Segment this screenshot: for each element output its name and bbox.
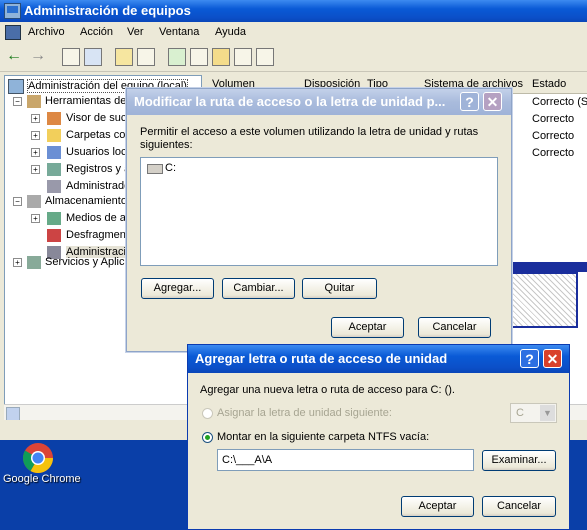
add-button[interactable]: Agregar... <box>141 278 214 299</box>
back-arrow-icon[interactable]: ← <box>6 48 24 66</box>
modify-drive-letter-dialog: Modificar la ruta de acceso o la letra d… <box>126 88 512 352</box>
mount-folder-label: Montar en la siguiente carpeta NTFS vací… <box>217 431 430 443</box>
chrome-label: Google Chrome <box>3 473 81 485</box>
collapse-icon[interactable]: − <box>13 97 22 106</box>
partition-block[interactable] <box>510 272 578 328</box>
status-cell: Correcto (S <box>532 96 587 108</box>
desktop-chrome-shortcut[interactable]: Google Chrome <box>0 440 120 528</box>
scroll-left-icon[interactable] <box>6 407 20 421</box>
drive-letter-value: C <box>516 407 524 419</box>
help-icon[interactable] <box>137 48 155 66</box>
defrag-icon <box>47 229 61 242</box>
window-title-bar[interactable]: Administración de equipos <box>0 0 587 22</box>
drive-icon <box>147 164 163 174</box>
folder-path-value: C:\___A\A <box>222 454 273 466</box>
open-folder-icon[interactable] <box>212 48 230 66</box>
menu-ayuda[interactable]: Ayuda <box>215 26 246 38</box>
chevron-down-icon[interactable]: ▼ <box>540 405 555 421</box>
close-icon[interactable]: ✕ <box>483 92 502 111</box>
computer-icon <box>8 79 24 94</box>
tree-storage[interactable]: Almacenamiento <box>45 195 127 207</box>
cancel-button[interactable]: Cancelar <box>482 496 556 517</box>
tree-tools[interactable]: Herramientas de... <box>45 95 135 107</box>
system-menu-icon[interactable] <box>5 25 21 40</box>
assign-letter-label: Asignar la letra de unidad siguiente: <box>217 407 392 419</box>
search-icon[interactable] <box>234 48 252 66</box>
change-button[interactable]: Cambiar... <box>222 278 295 299</box>
dialog-title: Modificar la ruta de acceso o la letra d… <box>134 94 446 109</box>
status-cell: Correcto <box>532 130 575 142</box>
up-folder-icon[interactable] <box>62 48 80 66</box>
expand-icon[interactable]: + <box>31 114 40 123</box>
close-icon[interactable]: ✕ <box>543 349 562 368</box>
performance-logs-icon <box>47 163 61 176</box>
help-question-icon[interactable]: ? <box>460 92 479 111</box>
device-manager-icon <box>47 180 61 193</box>
expand-icon[interactable]: + <box>31 131 40 140</box>
removable-storage-icon <box>47 212 61 225</box>
settings-icon[interactable] <box>190 48 208 66</box>
help-question-icon[interactable]: ? <box>520 349 539 368</box>
dialog-description: Permitir el acceso a este volumen utiliz… <box>140 126 479 151</box>
dialog-title: Agregar letra o ruta de acceso de unidad <box>195 351 448 366</box>
menu-bar: Archivo Acción Ver Ventana Ayuda <box>0 22 587 43</box>
computer-management-icon <box>4 3 21 19</box>
refresh-icon[interactable] <box>168 48 186 66</box>
remove-button[interactable]: Quitar <box>302 278 377 299</box>
forward-arrow-icon[interactable]: → <box>30 48 48 66</box>
users-icon <box>47 146 61 159</box>
assign-letter-radio[interactable] <box>202 408 213 419</box>
shared-folder-icon <box>47 129 61 142</box>
expand-icon[interactable]: + <box>13 258 22 267</box>
folder-path-input[interactable]: C:\___A\A <box>217 449 474 471</box>
drive-letter-select[interactable]: C ▼ <box>510 403 557 423</box>
toolbar: ← → <box>0 43 587 72</box>
expand-icon[interactable]: + <box>31 165 40 174</box>
menu-ventana[interactable]: Ventana <box>159 26 199 38</box>
dialog-title-bar[interactable]: Agregar letra o ruta de acceso de unidad… <box>188 345 569 373</box>
browse-button[interactable]: Examinar... <box>482 450 556 471</box>
chrome-icon <box>22 443 54 474</box>
collapse-icon[interactable]: − <box>13 197 22 206</box>
partition-header-bar <box>510 262 587 272</box>
show-hide-tree-icon[interactable] <box>84 48 102 66</box>
menu-archivo[interactable]: Archivo <box>28 26 65 38</box>
column-estado[interactable]: Estado <box>532 78 566 90</box>
export-list-icon[interactable] <box>256 48 274 66</box>
status-cell: Correcto <box>532 113 575 125</box>
event-viewer-icon <box>47 112 61 125</box>
ok-button[interactable]: Aceptar <box>331 317 404 338</box>
properties-icon[interactable] <box>115 48 133 66</box>
expand-icon[interactable]: + <box>31 214 40 223</box>
add-drive-letter-dialog: Agregar letra o ruta de acceso de unidad… <box>187 344 570 530</box>
access-path-list[interactable]: C: <box>140 157 498 266</box>
menu-accion[interactable]: Acción <box>80 26 113 38</box>
menu-ver[interactable]: Ver <box>127 26 144 38</box>
tools-icon <box>27 95 41 108</box>
expand-icon[interactable]: + <box>31 148 40 157</box>
dialog-title-bar[interactable]: Modificar la ruta de acceso o la letra d… <box>127 89 511 115</box>
cancel-button[interactable]: Cancelar <box>418 317 491 338</box>
ok-button[interactable]: Aceptar <box>401 496 474 517</box>
window-title: Administración de equipos <box>24 3 191 18</box>
storage-icon <box>27 195 41 208</box>
status-cell: Correcto <box>532 147 575 159</box>
dialog-description: Agregar una nueva letra o ruta de acceso… <box>200 384 455 396</box>
services-icon <box>27 256 41 269</box>
list-item[interactable]: C: <box>165 162 176 174</box>
mount-folder-radio[interactable] <box>202 432 213 443</box>
